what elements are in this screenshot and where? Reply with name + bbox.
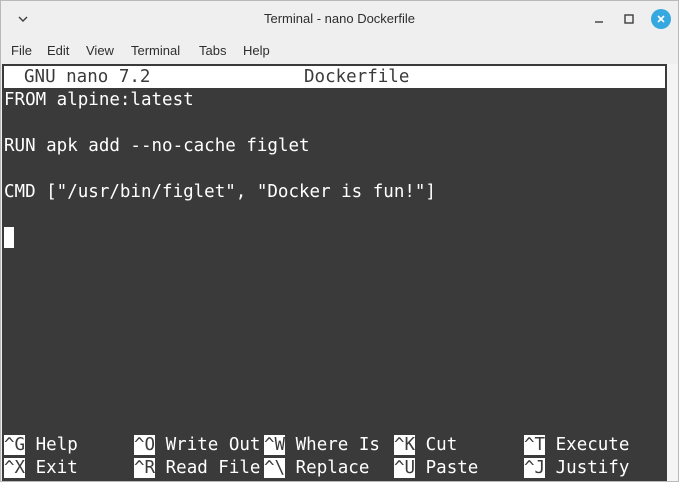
shortcut-label: Replace xyxy=(295,458,370,478)
shortcut-label: Where Is xyxy=(295,435,380,455)
title-bar[interactable]: Terminal - nano Dockerfile xyxy=(1,1,678,37)
shortcut-label: Help xyxy=(35,435,78,455)
editor-line-3[interactable]: RUN apk add --no-cache figlet xyxy=(4,136,310,156)
minimize-button[interactable] xyxy=(589,9,609,29)
shortcut-key: ^\ xyxy=(264,458,286,478)
editor-line-5[interactable]: CMD ["/usr/bin/figlet", "Docker is fun!"… xyxy=(4,182,436,202)
shortcut-label: Read File xyxy=(165,458,261,478)
shortcut-label: Execute xyxy=(555,435,630,455)
shortcut-key: ^R xyxy=(134,458,156,478)
menu-tabs[interactable]: Tabs xyxy=(199,43,226,58)
shortcut-key: ^T xyxy=(524,435,546,455)
terminal-area[interactable]: GNU nano 7.2 Dockerfile FROM alpine:late… xyxy=(2,64,667,481)
maximize-button[interactable] xyxy=(619,9,639,29)
shortcut-justify[interactable]: ^J Justify xyxy=(524,458,629,478)
shortcut-label: Paste xyxy=(425,458,479,478)
shortcut-label: Exit xyxy=(35,458,78,478)
menu-bar: File Edit View Terminal Tabs Help xyxy=(1,39,678,63)
nano-header-bar: GNU nano 7.2 Dockerfile xyxy=(4,66,665,88)
nano-filename: Dockerfile xyxy=(304,67,410,87)
shortcut-execute[interactable]: ^T Execute xyxy=(524,435,629,455)
shortcut-label: Justify xyxy=(555,458,630,478)
text-cursor xyxy=(4,227,14,248)
close-button[interactable] xyxy=(651,9,671,29)
maximize-icon xyxy=(624,14,634,24)
shortcut-write-out[interactable]: ^O Write Out xyxy=(134,435,260,455)
terminal-scrollbar[interactable] xyxy=(667,64,678,481)
shortcut-label: Write Out xyxy=(165,435,261,455)
shortcut-key: ^U xyxy=(394,458,416,478)
menu-edit[interactable]: Edit xyxy=(47,43,69,58)
shortcut-exit[interactable]: ^X Exit xyxy=(4,458,78,478)
close-icon xyxy=(657,15,665,23)
shortcut-key: ^J xyxy=(524,458,546,478)
menu-terminal[interactable]: Terminal xyxy=(131,43,180,58)
menu-view[interactable]: View xyxy=(86,43,114,58)
shortcut-read-file[interactable]: ^R Read File xyxy=(134,458,260,478)
shortcut-cut[interactable]: ^K Cut xyxy=(394,435,457,455)
nano-version: GNU nano 7.2 xyxy=(24,67,151,87)
shortcut-paste[interactable]: ^U Paste xyxy=(394,458,478,478)
shortcut-key: ^G xyxy=(4,435,26,455)
editor-line-1[interactable]: FROM alpine:latest xyxy=(4,90,194,110)
minimize-icon xyxy=(595,21,603,23)
shortcut-where-is[interactable]: ^W Where Is xyxy=(264,435,380,455)
terminal-window: Terminal - nano Dockerfile File Edit Vie… xyxy=(0,0,679,482)
shortcut-label: Cut xyxy=(425,435,458,455)
shortcut-key: ^K xyxy=(394,435,416,455)
menu-help[interactable]: Help xyxy=(243,43,270,58)
shortcut-key: ^O xyxy=(134,435,156,455)
window-title: Terminal - nano Dockerfile xyxy=(263,11,415,26)
shortcut-help[interactable]: ^G Help xyxy=(4,435,78,455)
shortcut-key: ^W xyxy=(264,435,286,455)
shortcut-key: ^X xyxy=(4,458,26,478)
menu-file[interactable]: File xyxy=(11,43,32,58)
shortcut-replace[interactable]: ^\ Replace xyxy=(264,458,369,478)
